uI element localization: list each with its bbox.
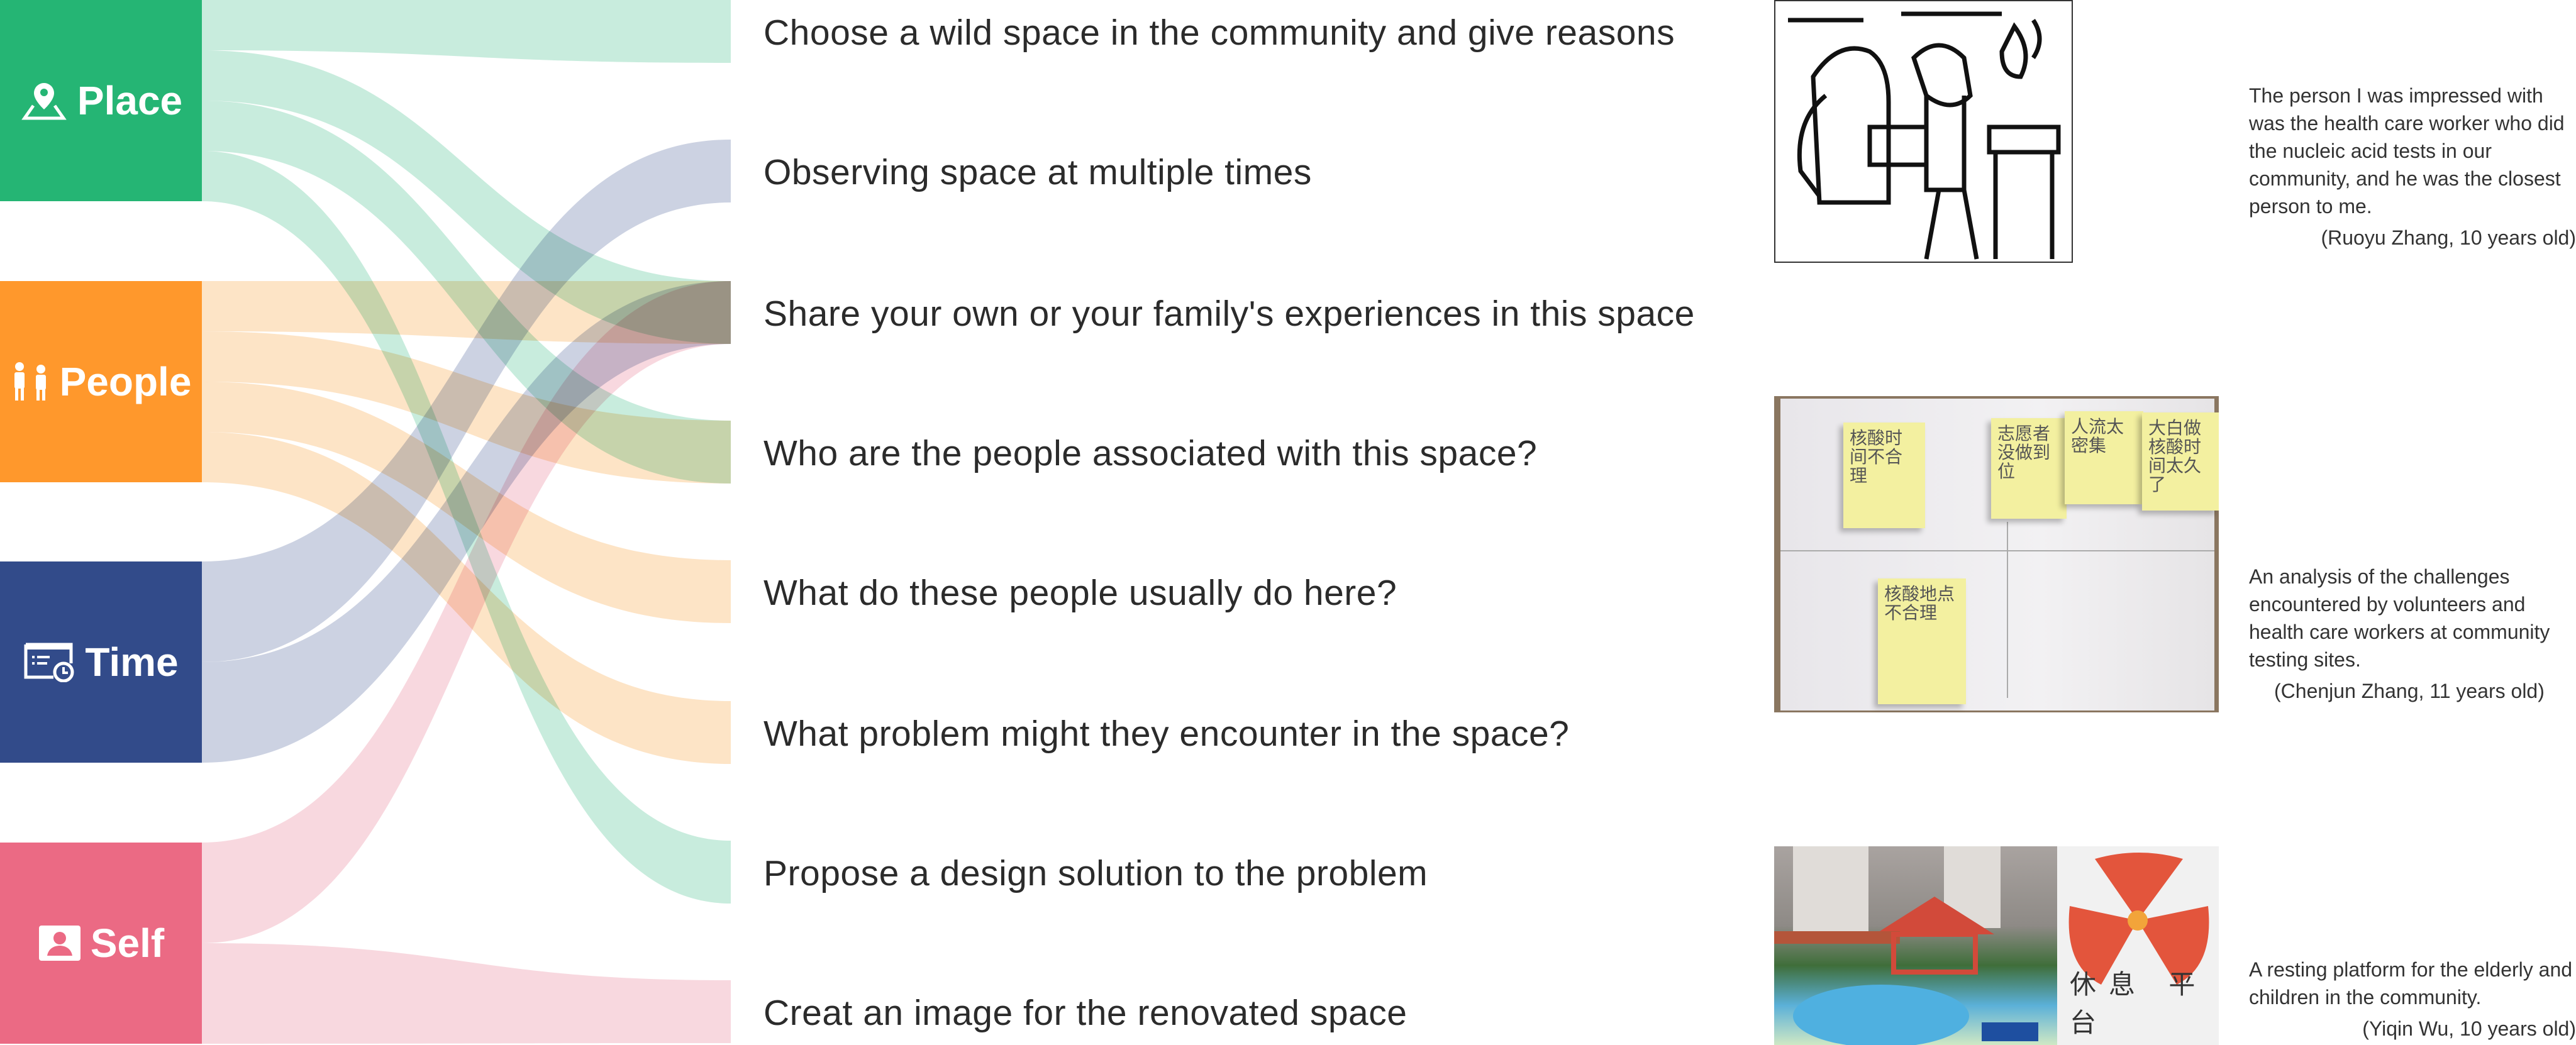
map-pin-icon	[21, 83, 67, 120]
node-self: Self	[0, 843, 202, 1044]
calendar-clock-icon	[24, 643, 74, 682]
child-drawing-health-worker	[1774, 0, 2073, 263]
node-label: Self	[90, 921, 165, 966]
photo-pavilion-model	[1774, 846, 2057, 1045]
node-label: Time	[85, 639, 179, 685]
sticky-note: 志愿者没做到位	[1991, 418, 2067, 519]
sticky-note: 核酸时间不合理	[1843, 423, 1925, 528]
node-people: People	[0, 281, 202, 482]
caption-author: (Yiqin Wu, 10 years old)	[2362, 1017, 2576, 1040]
question-6: What problem might they encounter in the…	[763, 714, 1570, 754]
caption-1: The person I was impressed with was the …	[2249, 82, 2576, 252]
caption-text: A resting platform for the elderly and c…	[2249, 958, 2573, 1009]
question-3: Share your own or your family's experien…	[763, 294, 1695, 334]
caption-2: An analysis of the challenges encountere…	[2249, 563, 2576, 705]
node-label: People	[59, 359, 192, 404]
people-icon	[14, 362, 46, 401]
drawing-label: 休息 平台	[2070, 969, 2208, 1038]
caption-text: The person I was impressed with was the …	[2249, 84, 2565, 218]
photo-sticky-notes: 核酸时间不合理 志愿者没做到位 人流太密集 大白做核酸时间太久了 核酸地点不合理	[1774, 396, 2219, 712]
caption-author: (Ruoyu Zhang, 10 years old)	[2321, 226, 2576, 249]
question-2: Observing space at multiple times	[763, 152, 1312, 192]
node-place: Place	[0, 0, 202, 201]
drawing-resting-platform: 休息 平台	[2057, 846, 2219, 1045]
question-8: Creat an image for the renovated space	[763, 993, 1407, 1033]
node-time: Time	[0, 561, 202, 763]
question-5: What do these people usually do here?	[763, 573, 1397, 613]
user-card-icon	[38, 926, 80, 961]
caption-3: A resting platform for the elderly and c…	[2249, 956, 2576, 1042]
sticky-note: 人流太密集	[2065, 411, 2143, 504]
question-4: Who are the people associated with this …	[763, 433, 1538, 473]
caption-text: An analysis of the challenges encountere…	[2249, 565, 2550, 671]
flow-self-to-question-8	[202, 943, 731, 1044]
question-7: Propose a design solution to the problem	[763, 853, 1428, 893]
sticky-note: 核酸地点不合理	[1878, 578, 1966, 704]
node-label: Place	[77, 78, 183, 123]
flow-place-to-question-1	[202, 0, 731, 63]
question-1: Choose a wild space in the community and…	[763, 13, 1675, 53]
sticky-note: 大白做核酸时间太久了	[2142, 412, 2219, 511]
caption-author: (Chenjun Zhang, 11 years old)	[2274, 680, 2545, 702]
